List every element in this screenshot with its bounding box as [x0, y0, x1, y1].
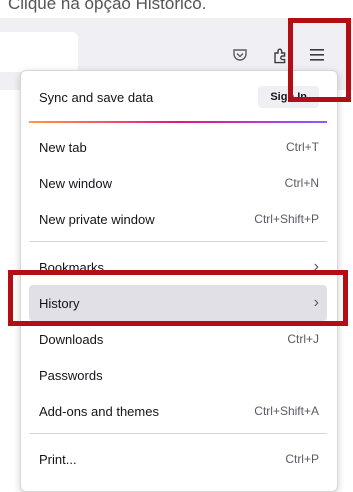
menu-item-label: New private window	[39, 211, 155, 227]
pocket-button[interactable]	[227, 42, 253, 68]
menu-item-shortcut: Ctrl+T	[286, 140, 319, 154]
menu-separator	[29, 241, 327, 242]
menu-item-new-window[interactable]: New window Ctrl+N	[29, 165, 327, 201]
menu-separator	[29, 433, 327, 434]
history-highlight-box	[8, 270, 348, 326]
sync-row: Sync and save data Sign In	[29, 79, 327, 115]
menu-item-new-private-window[interactable]: New private window Ctrl+Shift+P	[29, 201, 327, 237]
menu-item-shortcut: Ctrl+J	[287, 332, 319, 346]
accent-separator	[29, 121, 327, 123]
url-bar[interactable]	[0, 32, 78, 72]
menu-item-label: Downloads	[39, 331, 104, 347]
menu-item-shortcut: Ctrl+P	[285, 452, 319, 466]
menu-item-shortcut: Ctrl+Shift+A	[254, 404, 319, 418]
menu-item-shortcut: Ctrl+N	[284, 176, 319, 190]
menu-item-print[interactable]: Print... Ctrl+P	[29, 441, 327, 477]
menu-item-addons[interactable]: Add-ons and themes Ctrl+Shift+A	[29, 393, 327, 429]
menu-item-label: Print...	[39, 451, 77, 467]
menu-item-label: New window	[39, 175, 112, 191]
menu-button-highlight-box	[288, 18, 351, 102]
menu-item-label: Add-ons and themes	[39, 403, 159, 419]
instruction-caption: Clique na opção Histórico.	[8, 0, 207, 13]
menu-item-label: Passwords	[39, 367, 103, 383]
pocket-icon	[233, 49, 247, 61]
sync-label: Sync and save data	[39, 89, 154, 105]
menu-item-label: New tab	[39, 139, 87, 155]
menu-item-downloads[interactable]: Downloads Ctrl+J	[29, 321, 327, 357]
menu-item-shortcut: Ctrl+Shift+P	[254, 212, 319, 226]
menu-item-passwords[interactable]: Passwords	[29, 357, 327, 393]
menu-item-new-tab[interactable]: New tab Ctrl+T	[29, 129, 327, 165]
